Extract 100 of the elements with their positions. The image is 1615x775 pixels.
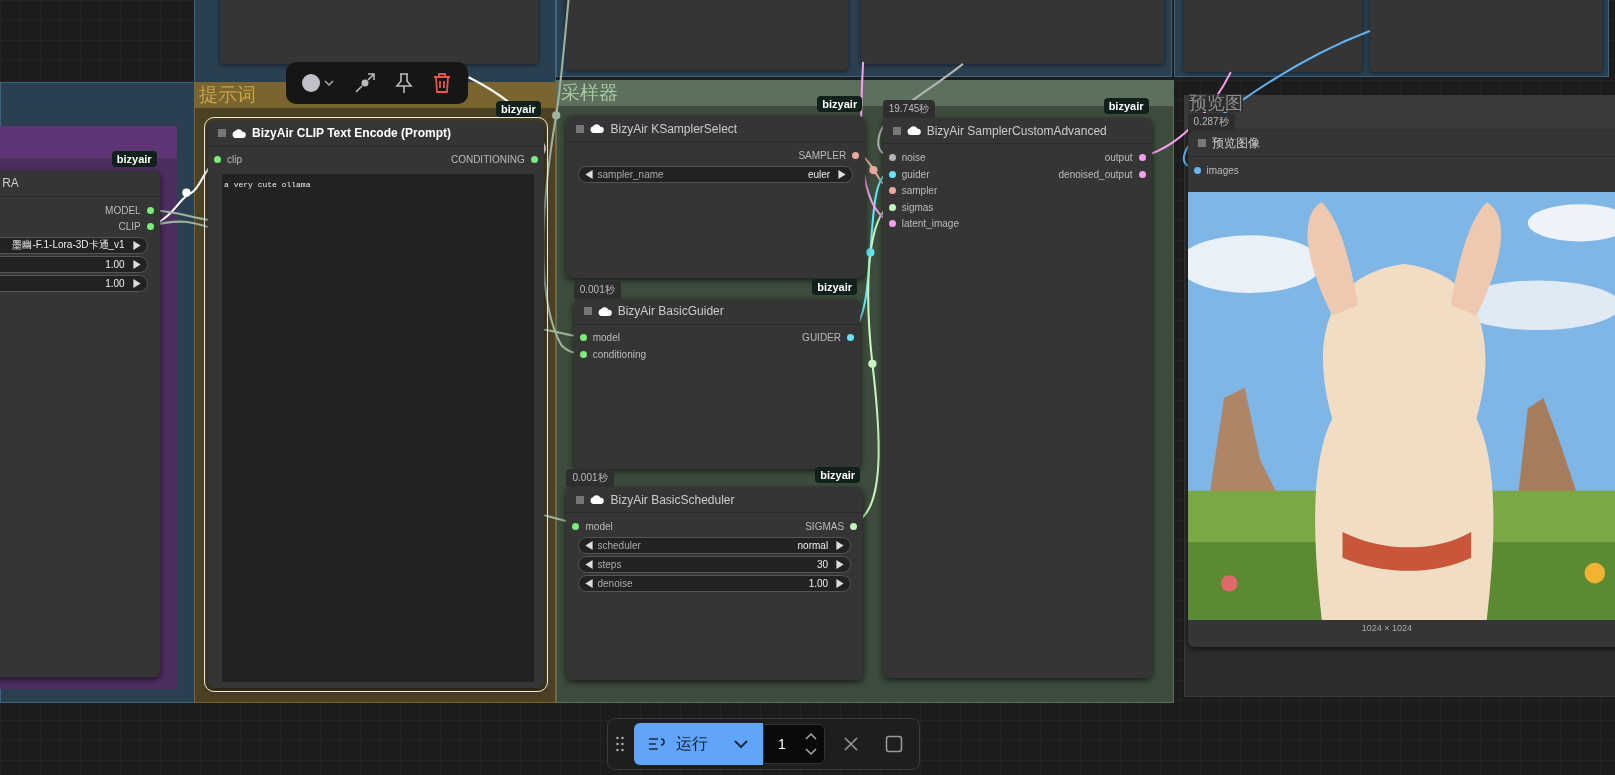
slot-label: GUIDER: [802, 332, 841, 344]
widget-value: 墨幽-F.1-Lora-3D卡通_v1: [12, 238, 125, 253]
node-header[interactable]: BizyAir SamplerCustomAdvanced: [882, 118, 1152, 145]
collapse-icon[interactable]: [583, 307, 592, 316]
collapse-icon[interactable]: [892, 126, 901, 135]
widget-value: 30: [817, 558, 829, 570]
queue-icon: [647, 736, 666, 753]
group-title: 预览图: [1189, 93, 1244, 112]
reroute-dot: [552, 111, 561, 120]
batch-count-field[interactable]: 1: [763, 724, 825, 765]
node-badge: bizyair: [817, 96, 863, 113]
slot-label: sigmas: [901, 201, 934, 213]
execution-time: 0.001秒: [566, 469, 614, 488]
widget-field[interactable]: sampler_name euler: [578, 165, 854, 183]
socket-dot[interactable]: [1138, 170, 1146, 178]
socket-dot[interactable]: [530, 156, 538, 164]
node-title: BizyAir KSamplerSelect: [610, 121, 738, 136]
widget-field[interactable]: 1.00: [0, 255, 148, 273]
cloud-icon: [590, 495, 605, 505]
slot-label: model: [585, 520, 613, 532]
node-header[interactable]: BizyAir BasicScheduler: [566, 487, 864, 514]
collapse-icon[interactable]: [218, 129, 227, 137]
pin-icon: [394, 71, 415, 94]
reroute-dot: [869, 165, 878, 175]
cloud-icon: [597, 306, 612, 316]
slot-label: clip: [227, 154, 243, 166]
socket-dot[interactable]: [1138, 154, 1146, 162]
widget-value: normal: [797, 539, 829, 551]
socket-dot[interactable]: [888, 187, 896, 195]
node-title: BizyAir BasicGuider: [617, 304, 724, 319]
arrow-node-icon: [353, 71, 376, 94]
node-header[interactable]: RA: [0, 170, 160, 197]
widget-value: 1.00: [105, 258, 125, 270]
run-button[interactable]: 运行: [633, 723, 763, 766]
widget-field[interactable]: denoise 1.00: [578, 574, 852, 592]
node-title: BizyAir CLIP Text Encode (Prompt): [252, 126, 451, 140]
reroute-dot: [866, 248, 875, 257]
slot-label: SAMPLER: [798, 150, 847, 162]
widget-field[interactable]: 墨幽-F.1-Lora-3D卡通_v1: [0, 236, 148, 254]
collapse-icon[interactable]: [576, 124, 585, 133]
socket-dot[interactable]: [888, 170, 896, 178]
slot-label: denoised_output: [1058, 168, 1133, 180]
widget-field[interactable]: scheduler normal: [578, 536, 852, 554]
widget-label: scheduler: [597, 539, 641, 551]
group-title: 采样器: [561, 81, 619, 106]
widget-field[interactable]: 1.00: [0, 274, 148, 292]
slot-label: output: [1104, 152, 1133, 164]
stepper-icon[interactable]: [803, 731, 818, 758]
trash-icon: [432, 71, 453, 94]
slot-label: MODEL: [105, 204, 141, 216]
socket-dot[interactable]: [146, 206, 154, 214]
widget-value: euler: [807, 168, 831, 180]
decrement-icon[interactable]: [585, 169, 594, 179]
socket-dot[interactable]: [888, 220, 896, 228]
prompt-field[interactable]: a very cute ollama: [222, 174, 534, 682]
cloud-icon: [906, 126, 921, 136]
node-header[interactable]: 预览图像: [1187, 130, 1615, 157]
widget-label: sampler_name: [597, 168, 664, 180]
socket-dot[interactable]: [146, 223, 154, 231]
slot-label: SIGMAS: [805, 520, 845, 532]
increment-icon[interactable]: [838, 169, 847, 179]
socket-dot[interactable]: [888, 203, 896, 211]
slot-label: CONDITIONING: [450, 154, 525, 166]
widget-value: 1.00: [105, 277, 125, 289]
chevron-down-icon[interactable]: [733, 739, 749, 750]
widget-field[interactable]: steps 30: [578, 555, 852, 573]
socket-dot[interactable]: [852, 152, 860, 160]
node-title: BizyAir SamplerCustomAdvanced: [926, 123, 1107, 138]
node-header[interactable]: BizyAir KSamplerSelect: [566, 116, 866, 143]
socket-dot[interactable]: [214, 156, 222, 164]
drag-handle-icon[interactable]: [615, 736, 624, 753]
widget-label: steps: [597, 558, 622, 570]
node-header[interactable]: BizyAir BasicGuider: [573, 298, 860, 325]
slot-label: model: [592, 332, 620, 344]
socket-dot[interactable]: [1193, 166, 1201, 174]
node-badge: bizyair: [815, 467, 861, 484]
slot-label: CLIP: [118, 221, 141, 233]
socket-dot[interactable]: [572, 522, 580, 530]
socket-dot[interactable]: [579, 334, 587, 342]
widget-label: denoise: [597, 577, 633, 589]
node-badge: bizyair: [1103, 98, 1149, 115]
cloud-icon: [590, 124, 605, 134]
widget-value: 1.00: [808, 577, 829, 589]
slot-label: conditioning: [592, 348, 647, 360]
socket-dot[interactable]: [579, 350, 587, 358]
socket-dot[interactable]: [847, 334, 854, 342]
socket-dot[interactable]: [888, 154, 896, 162]
node-title: RA: [2, 176, 19, 191]
color-circle-icon: [301, 72, 336, 93]
slot-label: sampler: [901, 185, 938, 197]
collapse-icon[interactable]: [576, 495, 585, 504]
slot-label: images: [1206, 164, 1239, 176]
cloud-icon: [232, 128, 247, 138]
node-header[interactable]: BizyAir CLIP Text Encode (Prompt): [208, 120, 544, 147]
socket-dot[interactable]: [850, 522, 858, 530]
slot-label: noise: [901, 152, 926, 164]
collapse-icon[interactable]: [1197, 139, 1206, 148]
slot-label: latent_image: [901, 218, 959, 230]
reroute-dot: [182, 188, 191, 197]
image-size: 1024 × 1024: [1361, 623, 1414, 634]
